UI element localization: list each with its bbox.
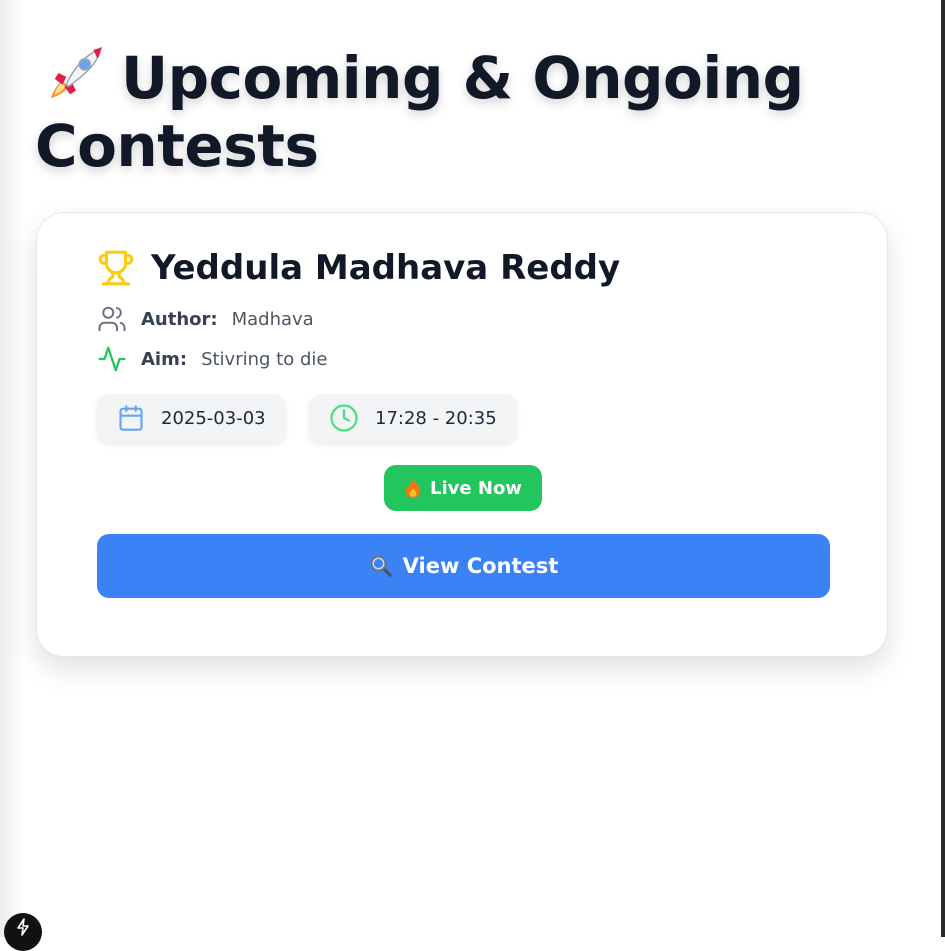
- trophy-icon: [98, 250, 134, 286]
- author-value: Madhava: [231, 308, 314, 330]
- window-right-edge: [941, 0, 945, 937]
- view-contest-button[interactable]: View Contest: [97, 534, 830, 598]
- time-pill: 17:28 - 20:35: [309, 394, 517, 442]
- contest-time: 17:28 - 20:35: [375, 407, 497, 429]
- calendar-icon: [119, 405, 143, 431]
- live-status-badge: Live Now: [384, 465, 542, 511]
- fire-icon: [406, 478, 421, 498]
- contest-title: Yeddula Madhava Reddy: [97, 247, 620, 289]
- live-status-text: Live Now: [430, 477, 522, 499]
- contest-date: 2025-03-03: [161, 407, 266, 429]
- contest-title-text: Yeddula Madhava Reddy: [151, 248, 621, 288]
- page-title-text: Upcoming & Ongoing Contests: [35, 44, 804, 180]
- users-icon: [98, 306, 126, 332]
- corner-lightning-button[interactable]: [4, 913, 42, 951]
- lightning-icon: [17, 918, 29, 936]
- aim-label: Aim:: [141, 348, 188, 370]
- clock-icon: [330, 404, 358, 432]
- rocket-icon: [45, 42, 107, 115]
- page-title: Upcoming & Ongoing Contests: [35, 42, 835, 177]
- aim-value: Stivring to die: [201, 348, 328, 370]
- view-contest-label: View Contest: [402, 554, 559, 578]
- magnifier-icon: [370, 555, 392, 577]
- author-row: Author: Madhava: [97, 304, 314, 334]
- author-label: Author:: [141, 308, 218, 330]
- activity-pulse-icon: [98, 346, 126, 372]
- left-edge-shadow: [0, 0, 24, 937]
- date-pill: 2025-03-03: [97, 394, 286, 442]
- aim-row: Aim: Stivring to die: [97, 344, 327, 374]
- contest-card: Yeddula Madhava Reddy Author: Madhava Ai…: [36, 212, 888, 657]
